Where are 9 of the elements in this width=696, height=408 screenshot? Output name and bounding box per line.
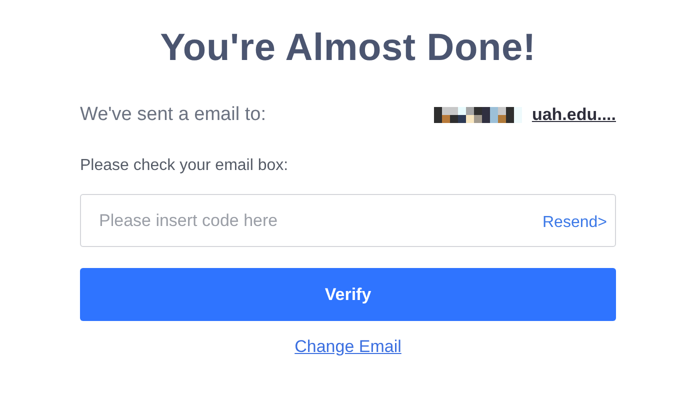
resend-link[interactable]: Resend>	[542, 214, 607, 232]
redaction-mosaic-icon	[434, 107, 522, 123]
page-title: You're Almost Done!	[160, 27, 536, 70]
code-field[interactable]: Please insert code here Resend>	[80, 194, 616, 247]
sent-label: We've sent a email to:	[80, 104, 266, 126]
instruction-text: Please check your email box:	[80, 157, 290, 175]
verify-button[interactable]: Verify	[80, 268, 616, 321]
change-email-link[interactable]: Change Email	[294, 337, 402, 357]
email-address: uah.edu....	[532, 105, 616, 125]
